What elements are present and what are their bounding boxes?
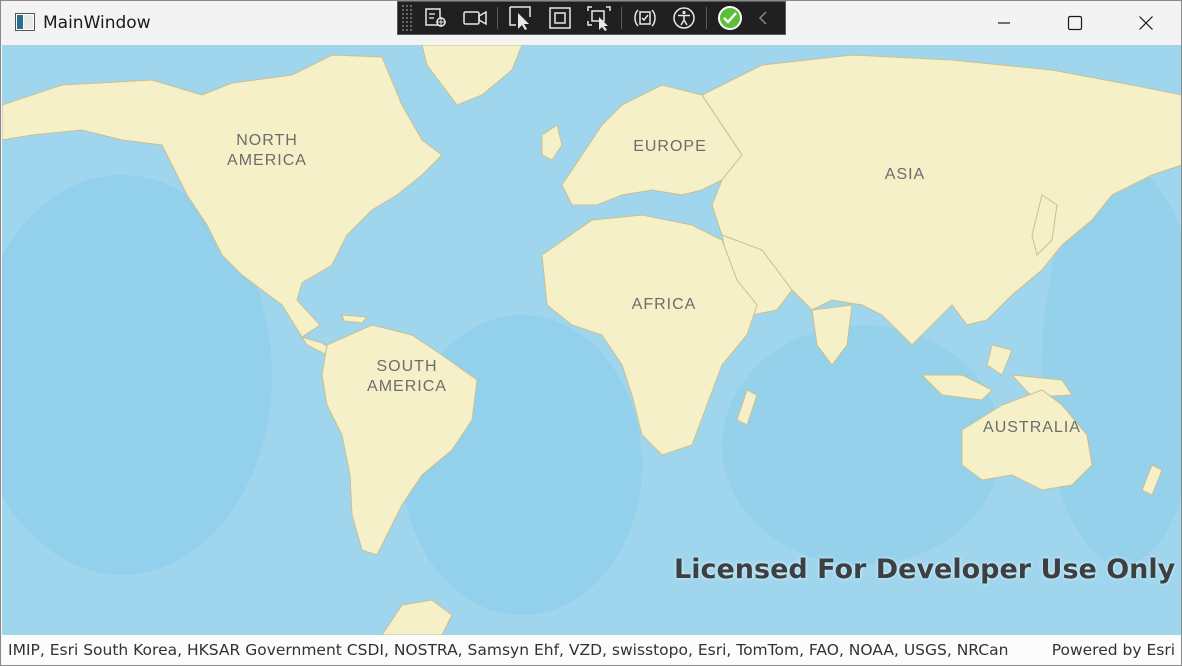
layout-adorner-button[interactable] [544, 4, 576, 32]
record-icon [463, 10, 487, 26]
select-element-icon [425, 8, 446, 27]
label-asia: ASIA [884, 166, 926, 183]
close-button[interactable] [1111, 1, 1181, 45]
hover-select-button[interactable] [505, 4, 537, 32]
hover-select-icon [509, 6, 531, 30]
layout-adorner-icon [549, 7, 571, 29]
status-button[interactable] [714, 4, 746, 32]
toolbar-separator [497, 7, 498, 29]
select-element-button[interactable] [420, 4, 452, 32]
check-status-icon [718, 6, 742, 30]
track-focus-icon [587, 6, 611, 31]
close-icon [1139, 16, 1153, 30]
window-title: MainWindow [43, 13, 151, 33]
license-watermark: Licensed For Developer Use Only [674, 554, 1176, 585]
accessibility-icon [673, 7, 695, 29]
accessibility-button[interactable] [668, 4, 700, 32]
collapse-toolbar-button[interactable] [753, 4, 773, 32]
attribution-text: IMIP, Esri South Korea, HKSAR Government… [8, 641, 1009, 659]
app-icon [15, 13, 35, 31]
map-view[interactable]: NORTH AMERICA EUROPE ASIA AFRICA SOUTH A… [2, 45, 1181, 635]
label-north-america: NORTH AMERICA [227, 132, 307, 169]
toolbar-grip-icon[interactable] [401, 4, 413, 32]
toolbar-separator [706, 7, 707, 29]
label-australia: AUSTRALIA [983, 419, 1081, 436]
label-south-america: SOUTH AMERICA [367, 358, 447, 395]
maximize-icon [1067, 15, 1083, 31]
collapse-chevron-icon [758, 11, 767, 25]
minimize-button[interactable] [969, 1, 1039, 45]
record-button[interactable] [459, 4, 491, 32]
hot-reload-button[interactable] [629, 4, 661, 32]
powered-by-esri[interactable]: Powered by Esri [1052, 641, 1175, 659]
label-africa: AFRICA [631, 296, 697, 313]
debug-toolbar [397, 1, 786, 35]
maximize-button[interactable] [1040, 1, 1110, 45]
toolbar-separator [621, 7, 622, 29]
basemap [2, 45, 1181, 635]
attribution-bar: IMIP, Esri South Korea, HKSAR Government… [2, 635, 1181, 665]
hot-reload-icon [634, 9, 656, 27]
main-window: MainWindow NORTH AMERICA EUROPE ASIA AFR… [0, 0, 1182, 666]
label-europe: EUROPE [633, 138, 707, 155]
minimize-icon [998, 22, 1010, 24]
track-focus-button[interactable] [583, 4, 615, 32]
